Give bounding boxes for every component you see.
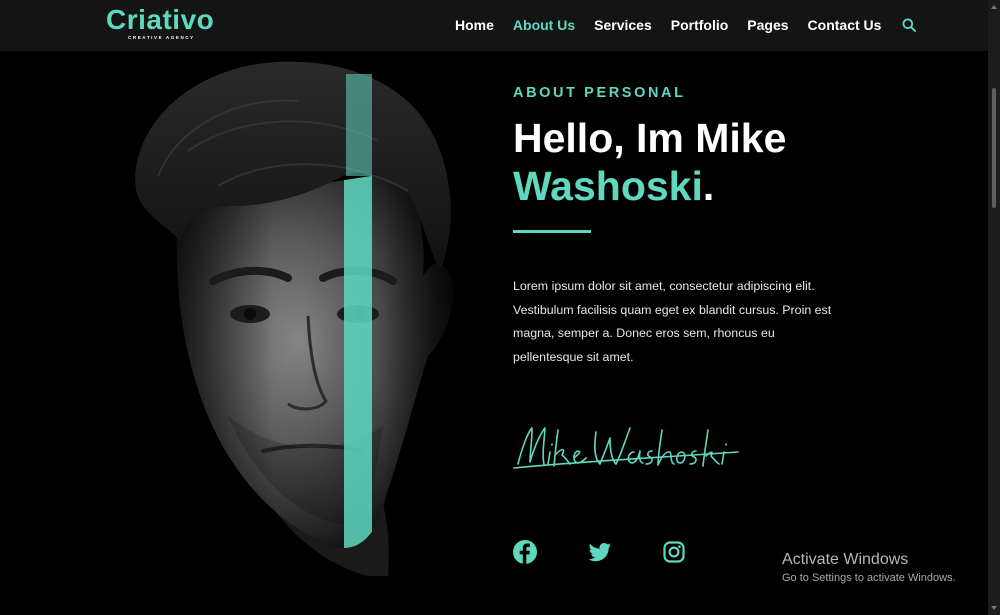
- nav-item-pages[interactable]: Pages: [747, 17, 788, 33]
- nav-item-portfolio[interactable]: Portfolio: [671, 17, 729, 33]
- search-icon[interactable]: [902, 18, 917, 32]
- scroll-up-icon[interactable]: [991, 5, 997, 9]
- signature-image: [512, 418, 740, 478]
- windows-activation-title: Activate Windows: [782, 551, 909, 568]
- title-divider: [513, 230, 591, 233]
- brand-logo[interactable]: Criativo: [106, 5, 214, 35]
- navbar: Criativo CREATIVE AGENCY Home About Us S…: [0, 0, 988, 51]
- twitter-icon[interactable]: [587, 539, 613, 565]
- page: Criativo CREATIVE AGENCY Home About Us S…: [0, 0, 1000, 615]
- facebook-icon[interactable]: [512, 539, 538, 565]
- nav-item-services[interactable]: Services: [594, 17, 652, 33]
- scroll-down-icon[interactable]: [991, 606, 997, 610]
- hero-title: Hello, Im Mike Washoski.: [513, 114, 933, 210]
- hero-title-period: .: [702, 163, 715, 209]
- nav-item-contact-us[interactable]: Contact Us: [808, 17, 882, 33]
- nav-item-home[interactable]: Home: [455, 17, 494, 33]
- hero-title-accent: Washoski: [513, 163, 703, 209]
- brand-tagline: CREATIVE AGENCY: [128, 35, 195, 40]
- page-scrollbar[interactable]: [988, 0, 1000, 615]
- portrait-image: [118, 56, 463, 581]
- nav-item-about-us[interactable]: About Us: [513, 17, 575, 33]
- windows-activation-subtitle: Go to Settings to activate Windows.: [782, 572, 956, 584]
- main-nav: Home About Us Services Portfolio Pages C…: [455, 17, 917, 33]
- bio-text: Lorem ipsum dolor sit amet, consectetur …: [513, 279, 832, 364]
- hero-title-line1: Hello, Im Mike: [513, 115, 787, 161]
- scrollbar-thumb[interactable]: [992, 88, 996, 208]
- section-eyebrow: ABOUT PERSONAL: [513, 85, 686, 101]
- instagram-icon[interactable]: [661, 539, 687, 565]
